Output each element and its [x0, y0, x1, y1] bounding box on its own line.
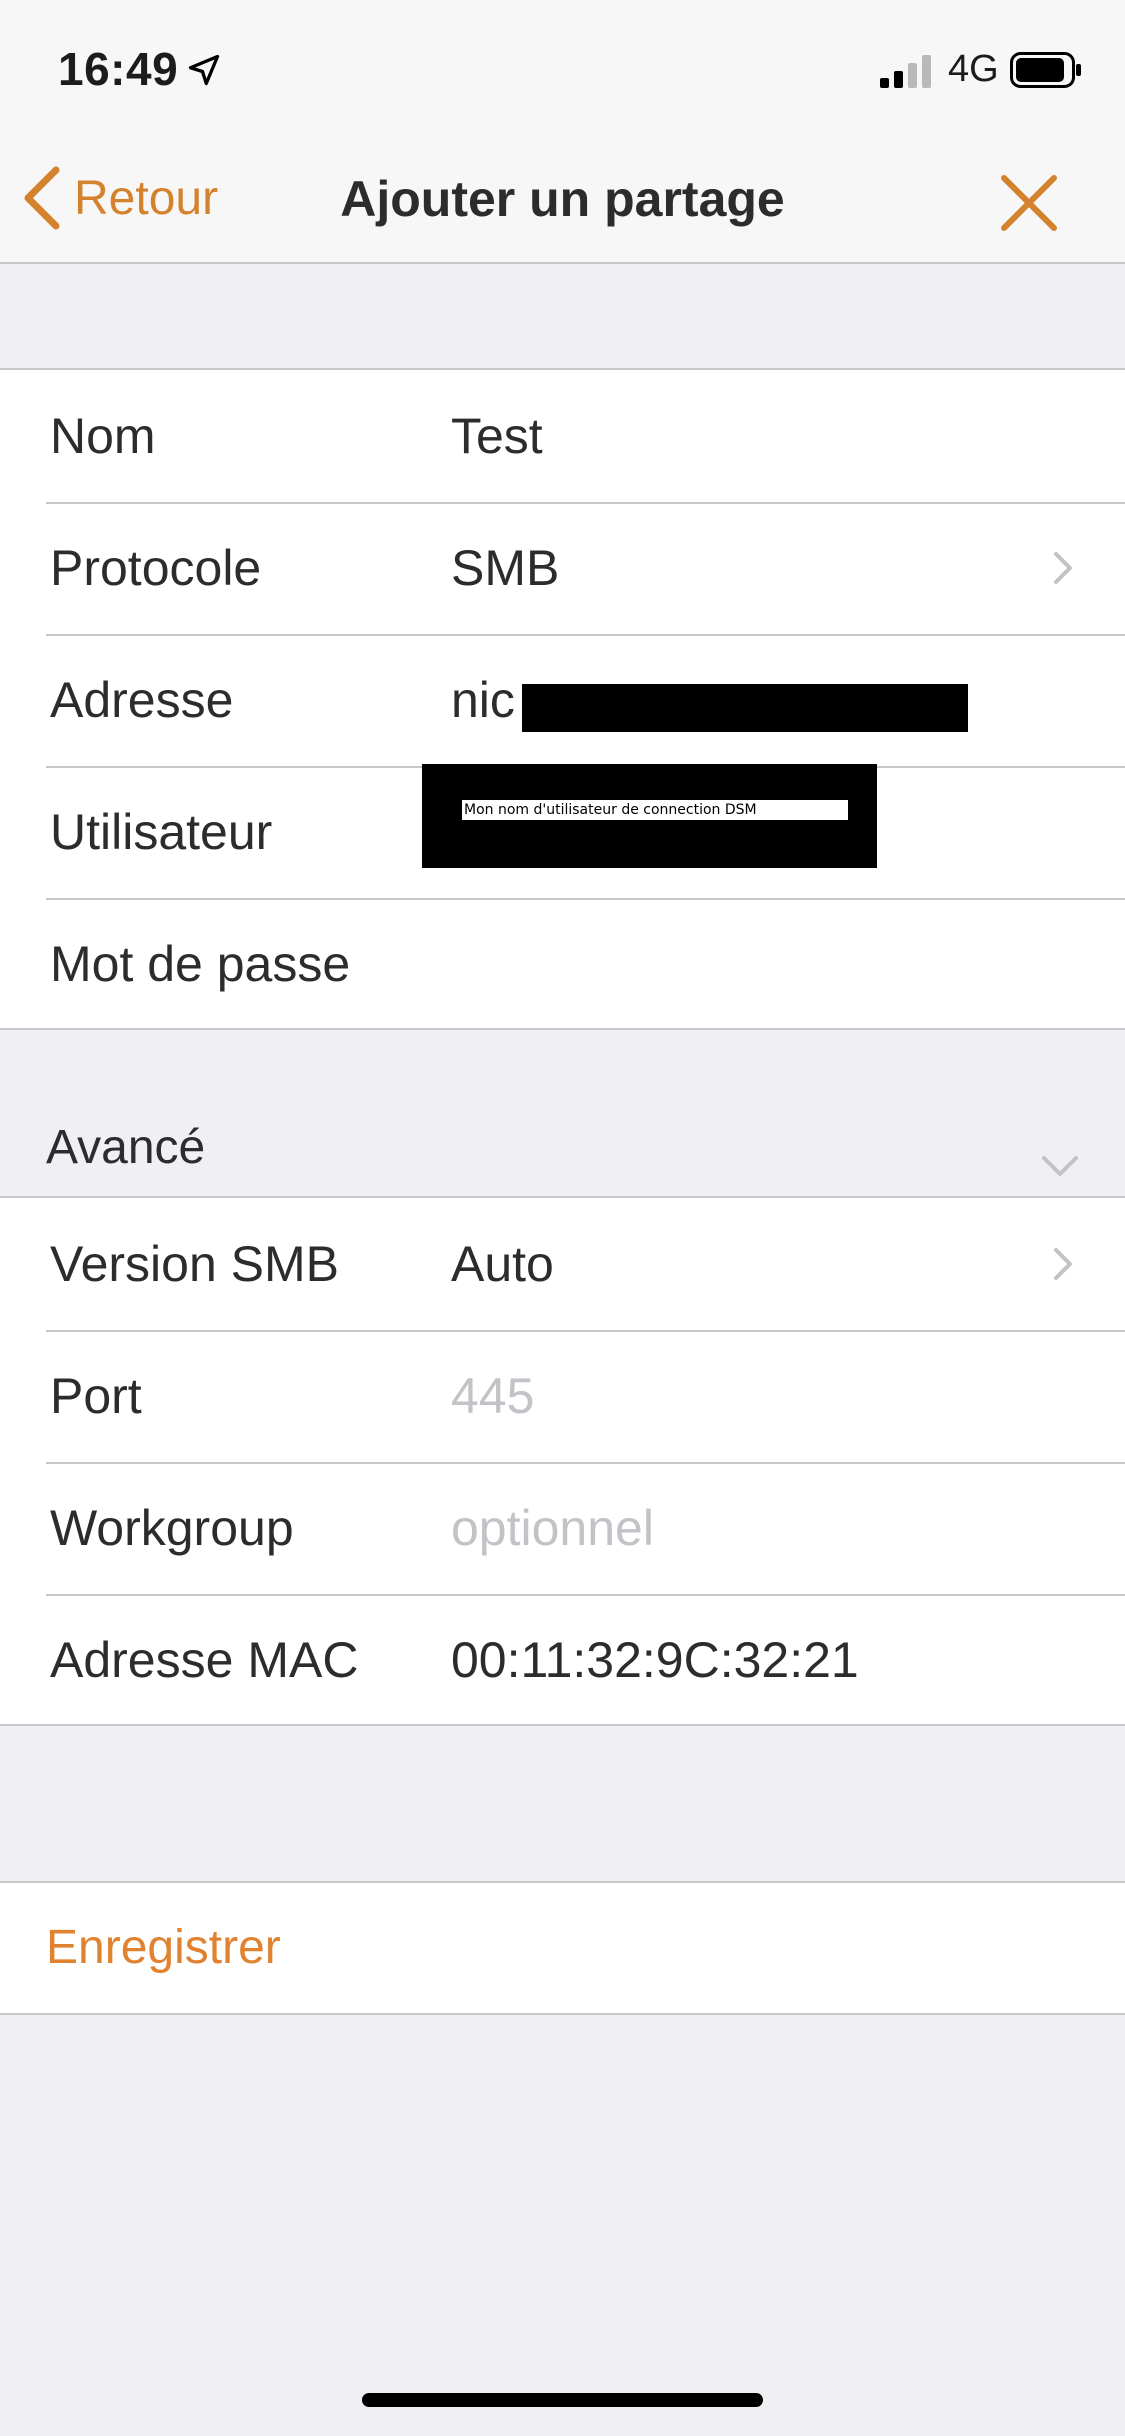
navigation-bar: Retour Ajouter un partage	[0, 132, 1125, 264]
advanced-label: Avancé	[46, 1121, 206, 1174]
signal-icon	[880, 55, 931, 88]
name-row[interactable]: Nom Test	[0, 370, 1125, 502]
address-row[interactable]: Adresse nic	[0, 634, 1125, 766]
redaction-block: Mon nom d'utilisateur de connection DSM	[422, 764, 877, 868]
port-row[interactable]: Port 445	[0, 1330, 1125, 1462]
name-label: Nom	[50, 408, 156, 464]
workgroup-input[interactable]: optionnel	[451, 1462, 654, 1594]
address-label: Adresse	[50, 672, 234, 728]
workgroup-row[interactable]: Workgroup optionnel	[0, 1462, 1125, 1594]
network-type: 4G	[948, 48, 999, 90]
share-form: Nom Test Protocole SMB Adresse nic Utili…	[0, 368, 1125, 1030]
name-input[interactable]: Test	[451, 370, 543, 502]
mac-address-label: Adresse MAC	[50, 1632, 359, 1688]
page-title: Ajouter un partage	[340, 171, 785, 227]
smb-version-row[interactable]: Version SMB Auto	[0, 1198, 1125, 1330]
battery-icon	[1010, 52, 1081, 88]
password-label: Mot de passe	[50, 936, 351, 992]
chevron-down-icon[interactable]	[1040, 1154, 1080, 1178]
user-row[interactable]: Utilisateur Mon nom d'utilisateur de con…	[0, 764, 1125, 898]
mac-address-row[interactable]: Adresse MAC 00:11:32:9C:32:21	[0, 1594, 1125, 1726]
protocol-label: Protocole	[50, 540, 262, 596]
port-input[interactable]: 445	[451, 1330, 534, 1462]
smb-version-label: Version SMB	[50, 1236, 340, 1292]
advanced-header[interactable]: Avancé	[0, 1030, 1125, 1196]
location-arrow-icon	[188, 54, 220, 86]
protocol-value: SMB	[451, 540, 560, 596]
save-section: Enregistrer	[0, 1881, 1125, 2015]
advanced-form: Version SMB Auto Port 445 Workgroup opti…	[0, 1196, 1125, 1726]
password-row[interactable]: Mot de passe	[0, 898, 1125, 1030]
status-time: 16:49	[58, 43, 179, 95]
chevron-right-icon	[1054, 552, 1072, 584]
close-icon[interactable]	[994, 168, 1064, 238]
port-label: Port	[50, 1368, 142, 1424]
redaction-block	[522, 684, 968, 732]
address-input[interactable]: nic	[451, 634, 515, 766]
chevron-right-icon	[1054, 1248, 1072, 1280]
home-indicator[interactable]	[362, 2393, 763, 2407]
status-bar: 16:49 4G	[0, 0, 1125, 132]
save-button[interactable]: Enregistrer	[46, 1883, 281, 2013]
user-label: Utilisateur	[50, 804, 273, 860]
user-input[interactable]: Mon nom d'utilisateur de connection DSM	[462, 800, 848, 820]
mac-address-input[interactable]: 00:11:32:9C:32:21	[451, 1594, 859, 1726]
workgroup-label: Workgroup	[50, 1500, 294, 1556]
protocol-row[interactable]: Protocole SMB	[0, 502, 1125, 634]
smb-version-value: Auto	[451, 1236, 554, 1292]
